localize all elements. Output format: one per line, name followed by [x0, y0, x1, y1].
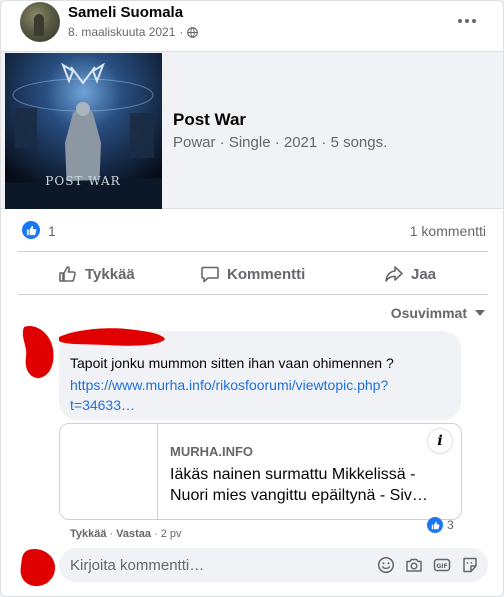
like-button-label: Tykkää — [85, 265, 135, 283]
gif-icon[interactable]: GIF — [433, 556, 451, 574]
share-button-label: Jaa — [411, 265, 437, 283]
share-button[interactable]: Jaa — [384, 259, 436, 289]
redacted-name — [59, 328, 165, 346]
like-button[interactable]: Tykkää — [58, 259, 135, 289]
comment-sort-dropdown[interactable]: Osuvimmat — [391, 305, 485, 321]
post-card: Sameli Suomala 8. maaliskuuta 2021 · POS… — [0, 0, 504, 597]
comment-bubble-icon — [201, 266, 219, 283]
emoji-icon[interactable] — [377, 556, 395, 574]
comment-like-button[interactable]: Tykkää — [70, 528, 107, 540]
divider — [18, 294, 488, 295]
attachment-title: Post War — [173, 110, 247, 129]
redacted-current-user-avatar — [20, 548, 56, 587]
attachment-subtitle: Powar · Single · 2021 · 5 songs. — [173, 134, 388, 151]
link-preview-domain: MURHA.INFO — [170, 444, 254, 459]
share-arrow-icon — [385, 266, 403, 282]
camera-icon[interactable] — [405, 556, 423, 574]
post-date[interactable]: 8. maaliskuuta 2021 — [68, 25, 175, 39]
comment-reactions[interactable]: 3 — [427, 517, 454, 533]
svg-text:GIF: GIF — [436, 563, 447, 570]
globe-icon — [187, 26, 199, 38]
like-reaction-icon — [427, 517, 443, 533]
album-cover: POST WAR — [5, 53, 162, 209]
link-preview-title: Iäkäs nainen surmattu Mikkelissä - Nuori… — [170, 464, 452, 506]
like-count[interactable]: 1 — [48, 223, 56, 239]
link-preview-thumbnail — [60, 424, 158, 519]
comment-text: Tapoit jonku mummon sitten ihan vaan ohi… — [70, 355, 394, 371]
divider — [18, 251, 488, 252]
info-icon[interactable]: i — [427, 428, 453, 454]
redacted-avatar — [22, 325, 54, 379]
post-meta: 8. maaliskuuta 2021 · — [68, 25, 199, 39]
more-options-icon[interactable] — [456, 10, 478, 32]
like-reaction-icon[interactable] — [22, 221, 40, 239]
comment-button[interactable]: Kommentti — [200, 259, 305, 289]
author-avatar[interactable] — [20, 2, 60, 42]
comment-reply-button[interactable]: Vastaa — [116, 528, 151, 540]
comment-count[interactable]: 1 kommentti — [410, 223, 486, 239]
author-name[interactable]: Sameli Suomala — [68, 4, 183, 21]
comment-age[interactable]: 2 pv — [161, 528, 182, 540]
comment-actions: Tykkää · Vastaa · 2 pv — [70, 528, 182, 540]
link-preview-title-line: Nuori mies vangittu epäiltynä - Siv… — [170, 487, 428, 504]
sort-label: Osuvimmat — [390, 305, 467, 321]
comment-reaction-count: 3 — [447, 518, 454, 532]
link-preview-title-line: Iäkäs nainen surmattu Mikkelissä - — [170, 466, 416, 483]
album-cover-text: POST WAR — [45, 174, 120, 188]
thumbs-up-icon — [59, 266, 76, 282]
link-preview-card[interactable]: MURHA.INFO Iäkäs nainen surmattu Mikkeli… — [59, 423, 462, 520]
comment-button-label: Kommentti — [227, 265, 306, 283]
comment-input[interactable]: Kirjoita kommentti… — [70, 557, 204, 574]
music-attachment[interactable]: POST WAR Post War Powar · Single · 2021 … — [1, 51, 503, 209]
sticker-icon[interactable] — [461, 556, 479, 574]
comment-link[interactable]: https://www.murha.info/rikosfoorumi/view… — [70, 375, 430, 415]
chevron-down-icon — [475, 310, 485, 316]
